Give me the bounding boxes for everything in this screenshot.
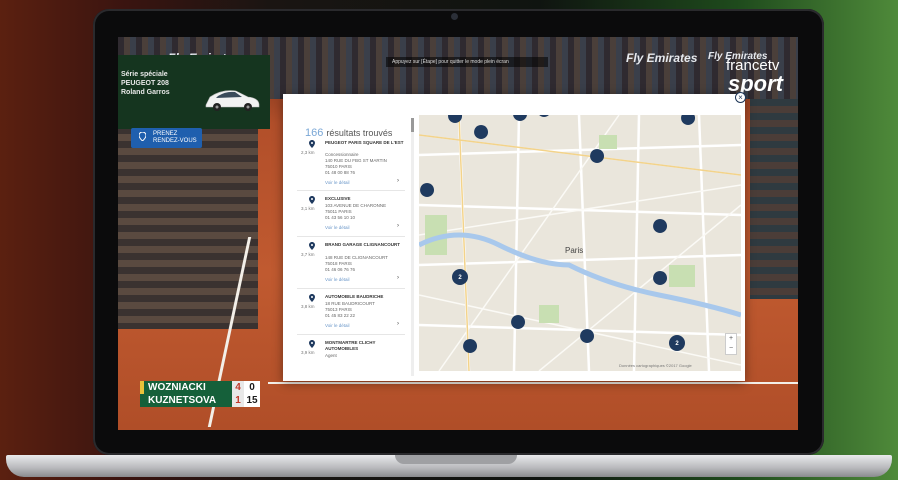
dealer-distance: 3,1 km — [301, 206, 315, 211]
set-score: 4 — [232, 381, 244, 394]
chevron-right-icon[interactable]: › — [397, 321, 399, 327]
results-count: 166 — [305, 127, 324, 139]
ad-line: PEUGEOT 208 — [121, 80, 169, 87]
sponsor-banner: Fly Emirates — [626, 51, 698, 65]
location-pin-icon — [309, 140, 315, 148]
dealer-details-link[interactable]: Voir le détail — [325, 277, 350, 282]
close-icon[interactable]: × — [735, 92, 746, 103]
video-player[interactable]: Fly Emirates Fly Emirates Fly Emirates A… — [118, 37, 798, 430]
map-pin-icon[interactable] — [511, 315, 526, 329]
location-pin-icon — [309, 242, 315, 250]
car-image — [205, 90, 260, 111]
dealer-details-link[interactable]: Voir le détail — [325, 225, 350, 230]
park — [669, 265, 695, 287]
dealer-address-line: 75018 PARIS — [325, 261, 352, 266]
dealer-phone: 01 48 00 88 76 — [325, 170, 356, 175]
dealer-address-line: 103 AVENUE DE CHARONNE — [325, 203, 387, 208]
laptop-notch — [395, 455, 517, 464]
park — [599, 135, 617, 149]
dealer-address-line: 148 RUE DE CLIGNANCOURT — [325, 255, 388, 260]
dealer-name: BRAND GARAGE CLIGNANCOURT — [325, 242, 400, 247]
stands-right — [750, 99, 798, 299]
dealer-locator-dialog: × 166 résultats trouvés 2,3 km PEUGEOT PA… — [283, 92, 746, 381]
dealer-name: PEUGEOT PARIS SQUARE DE L'EST — [325, 140, 404, 145]
chevron-right-icon[interactable]: › — [397, 178, 399, 184]
divider — [297, 236, 405, 237]
map-pin-icon[interactable] — [463, 339, 478, 353]
divider — [297, 288, 405, 289]
zoom-out-button[interactable]: − — [726, 344, 736, 354]
divider — [297, 190, 405, 191]
dealer-details-link[interactable]: Voir le détail — [325, 323, 350, 328]
divider — [297, 334, 405, 335]
appointment-label-line: PRENEZ — [153, 131, 178, 137]
chevron-right-icon[interactable]: › — [397, 275, 399, 281]
dealer-details-link[interactable]: Voir le détail — [325, 180, 350, 185]
dealer-address-line: Agent — [325, 353, 337, 358]
dealer-name: MONTMARTRE CLICHY AUTOMOBILES — [325, 340, 376, 351]
dealer-distance: 3,9 km — [301, 350, 315, 355]
city-label: Paris — [565, 246, 583, 255]
map-pin-icon[interactable] — [580, 329, 595, 343]
dealer-address-line: 75011 PARIS — [325, 209, 352, 214]
map-canvas[interactable]: 2 2 Paris Données cartographiques ©2017 … — [419, 115, 741, 371]
map-cluster[interactable]: 2 — [669, 335, 685, 351]
results-summary: 166 résultats trouvés — [305, 123, 392, 141]
map-pin-icon[interactable] — [653, 271, 668, 285]
dealer-distance: 3,8 km — [301, 304, 315, 309]
map-pin-icon[interactable] — [420, 183, 435, 197]
scoreboard-row: KUZNETSOVA 1 15 — [140, 394, 260, 407]
map-pin-icon[interactable] — [474, 125, 489, 139]
scrollbar-thumb[interactable] — [411, 118, 414, 132]
map-pin-icon[interactable] — [590, 149, 605, 163]
dealer-address-line: Concessionnaire — [325, 152, 359, 157]
point-score: 15 — [244, 394, 260, 407]
dealer-address-line: 140 RUE DU FBG ST MARTIN — [325, 158, 387, 163]
player-name: KUZNETSOVA — [144, 394, 232, 407]
dealer-phone: 01 45 83 22 22 — [325, 313, 356, 318]
appointment-label: PRENEZ RENDEZ-VOUS — [153, 131, 199, 145]
dealer-distance: 2,3 km — [301, 150, 315, 155]
dealer-phone: 01 43 56 10 10 — [325, 215, 356, 220]
map-pin-icon[interactable] — [653, 219, 668, 233]
set-score: 1 — [232, 394, 244, 407]
dealer-map[interactable]: 2 2 Paris Données cartographiques ©2017 … — [419, 115, 741, 371]
appointment-label-line: RENDEZ-VOUS — [153, 138, 197, 144]
park — [539, 305, 559, 323]
location-pin-icon — [139, 132, 146, 141]
location-pin-icon — [309, 196, 315, 204]
ad-line: Roland Garros — [121, 89, 170, 96]
appointment-button[interactable]: PRENEZ RENDEZ-VOUS — [131, 128, 202, 148]
scoreboard: WOZNIACKI 4 0 KUZNETSOVA 1 15 — [140, 381, 260, 407]
player-name: WOZNIACKI — [144, 381, 232, 394]
dealer-list[interactable]: 2,3 km PEUGEOT PARIS SQUARE DE L'EST Con… — [297, 140, 405, 378]
list-scrollbar[interactable] — [411, 118, 414, 376]
location-pin-icon — [309, 340, 315, 348]
fullscreen-hint: Appuyez sur [Étape] pour quitter le mode… — [386, 57, 548, 67]
dealer-name: EXCLUSIVE — [325, 196, 351, 201]
point-score: 0 — [244, 381, 260, 394]
location-pin-icon — [309, 294, 315, 302]
map-cluster[interactable]: 2 — [452, 269, 468, 285]
dealer-address-line: 75013 PARIS — [325, 307, 352, 312]
dealer-phone: 01 46 06 76 76 — [325, 267, 356, 272]
map-attribution: Données cartographiques ©2017 Google — [619, 363, 693, 368]
results-label: résultats trouvés — [326, 128, 393, 138]
dealer-address-line: 75010 PARIS — [325, 164, 352, 169]
dealer-distance: 3,7 km — [301, 252, 315, 257]
dealer-address-line: 18 RUE BAUDRICOURT — [325, 301, 375, 306]
webcam-icon — [451, 13, 458, 20]
ad-line: Série spéciale — [121, 71, 168, 78]
zoom-in-button[interactable]: + — [726, 334, 736, 344]
court-line — [268, 382, 798, 384]
map-zoom-control[interactable]: + − — [725, 333, 737, 355]
scoreboard-row: WOZNIACKI 4 0 — [140, 381, 260, 394]
chevron-right-icon[interactable]: › — [397, 223, 399, 229]
car-ad[interactable]: Série spéciale PEUGEOT 208 Roland Garros… — [118, 55, 270, 148]
dealer-name: AUTOMOBILE BAUDRICHE — [325, 294, 384, 299]
